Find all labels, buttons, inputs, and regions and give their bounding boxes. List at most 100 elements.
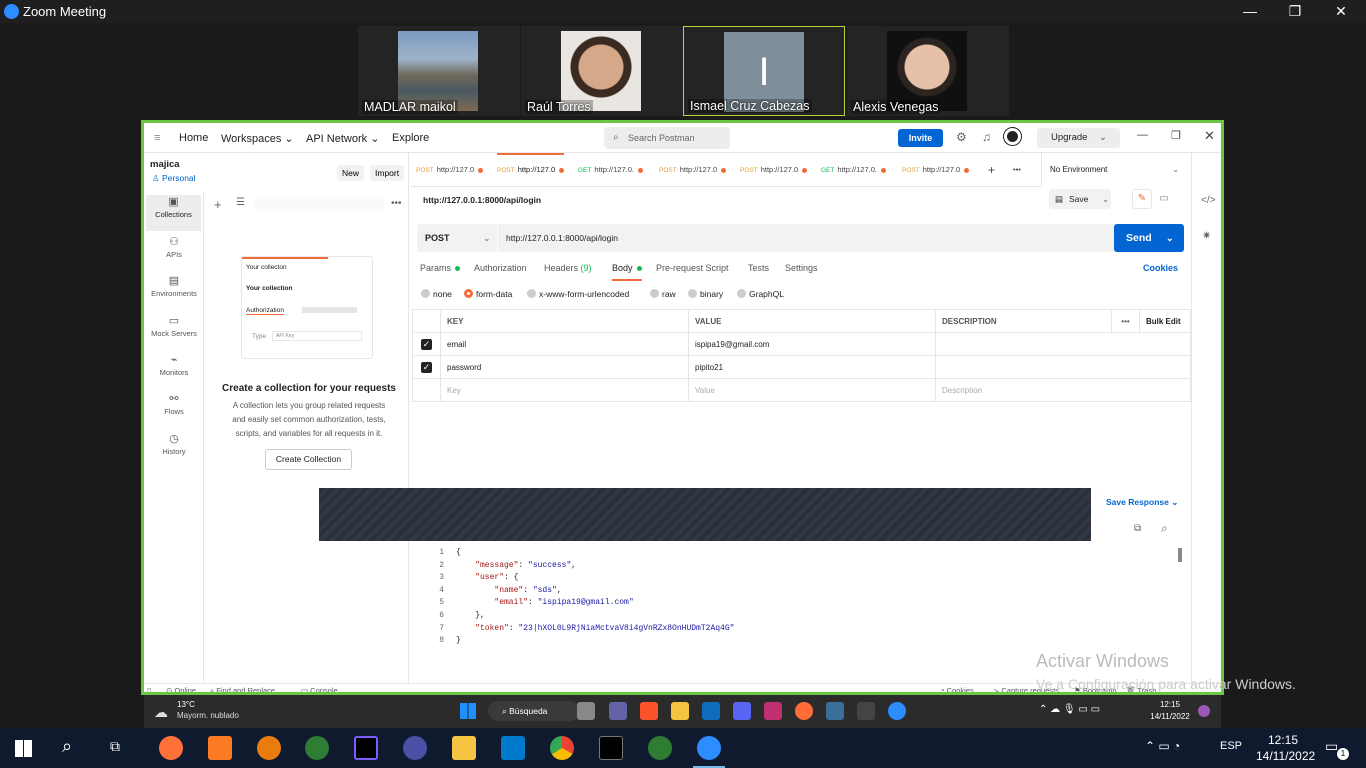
sidebar-item-apis[interactable]: ⚇ APIs [144, 235, 204, 271]
request-tab[interactable]: POST http://127.0 [740, 153, 808, 187]
tab-body[interactable]: Body [612, 263, 642, 281]
windows-start-icon[interactable] [15, 740, 32, 757]
scrollbar[interactable] [1178, 548, 1182, 562]
terminal-icon[interactable] [857, 702, 875, 720]
online-status[interactable]: ⊙ Online [166, 686, 196, 692]
participant-tile[interactable]: Raúl Torres [521, 26, 683, 116]
request-tab[interactable]: POST http://127.0 [416, 153, 484, 187]
sidebar-item-history[interactable]: ◷ History [144, 432, 204, 468]
edit-pencil-icon[interactable]: ✎ [1132, 189, 1152, 209]
nav-explore[interactable]: Explore [392, 132, 429, 144]
brave-icon[interactable] [640, 702, 658, 720]
sidebar-item-environments[interactable]: ▤ Environments [144, 274, 204, 310]
response-body[interactable]: 1 {2 "message": "success", 3 "user": {4 "n… [424, 548, 1184, 653]
task-view-icon[interactable]: ⧉ [110, 738, 120, 755]
jetbrains-icon[interactable] [764, 702, 782, 720]
xampp-icon[interactable] [208, 736, 232, 760]
sidebar-item-flows[interactable]: ⚯ Flows [144, 392, 204, 428]
row-key[interactable]: password [440, 355, 689, 379]
app-icon[interactable] [826, 702, 844, 720]
row-checkbox[interactable]: ✓ [421, 361, 432, 373]
send-button[interactable]: Send ⌄ [1114, 224, 1184, 252]
windows-start-icon[interactable] [460, 703, 476, 719]
chrome-icon[interactable] [550, 736, 574, 760]
language-indicator[interactable]: ESP [1220, 740, 1242, 752]
invite-button[interactable]: Invite [898, 129, 943, 147]
hs-app-icon[interactable] [648, 736, 672, 760]
request-tab[interactable]: POST http://127.0 [497, 153, 565, 187]
code-icon[interactable]: </> [1201, 195, 1215, 206]
new-tab-icon[interactable]: + [988, 153, 995, 187]
more-icon[interactable]: ••• [1111, 309, 1140, 333]
nav-workspaces[interactable]: Workspaces ⌄ [221, 132, 294, 145]
hs-app-icon[interactable] [305, 736, 329, 760]
teams-icon[interactable] [609, 702, 627, 720]
workspace-name[interactable]: majica [150, 159, 180, 170]
blender-icon[interactable] [257, 736, 281, 760]
console-button[interactable]: ▭ Console [301, 686, 338, 692]
cookies-link[interactable]: Cookies [1143, 263, 1178, 273]
menu-icon[interactable]: ≡ [154, 132, 160, 144]
create-collection-button[interactable]: Create Collection [265, 449, 352, 470]
tab-authorization[interactable]: Authorization [474, 263, 527, 273]
sidebar-item-monitors[interactable]: ⌁ Monitors [144, 353, 204, 389]
firefox-icon[interactable] [159, 736, 183, 760]
row-value[interactable]: pipito21 [688, 355, 936, 379]
mail-icon[interactable] [702, 702, 720, 720]
key-placeholder[interactable]: Key [440, 378, 689, 402]
radio-raw[interactable]: raw [650, 289, 676, 299]
request-tab[interactable]: GET http://127.0. [578, 153, 643, 187]
minimize-button[interactable]: — [1227, 0, 1273, 23]
task-view-icon[interactable] [577, 702, 595, 720]
comments-icon[interactable]: ▭ [1154, 189, 1174, 209]
environment-select[interactable]: No Environment ⌄ [1041, 153, 1191, 187]
settings-gear-icon[interactable]: ⚙ [956, 130, 967, 144]
tab-pre-request-script[interactable]: Pre-request Script [656, 263, 729, 273]
participant-tile-active[interactable]: I Ismael Cruz Cabezas [683, 26, 845, 116]
import-button[interactable]: Import [370, 165, 405, 181]
radio-form-data[interactable]: form-data [464, 289, 512, 299]
file-explorer-icon[interactable] [452, 736, 476, 760]
close-button[interactable]: ✕ [1318, 0, 1364, 23]
zoom-icon[interactable] [888, 702, 906, 720]
tab-settings[interactable]: Settings [785, 263, 818, 273]
participant-tile[interactable]: MADLAR maikol [358, 26, 520, 116]
filter-input[interactable] [254, 199, 384, 211]
row-value[interactable]: ispipa19@gmail.com [688, 332, 936, 356]
request-tab[interactable]: POST http://127.0 [902, 153, 970, 187]
radio-x-www-form-urlencoded[interactable]: x-www-form-urlencoded [527, 289, 629, 299]
sidebar-item-mock-servers[interactable]: ▭ Mock Servers [144, 314, 204, 350]
tray-icons[interactable]: ⌃ ▭ ◔ [1145, 739, 1180, 753]
save-response-button[interactable]: Save Response ⌄ [1106, 497, 1178, 508]
search-icon[interactable]: ⌕ [62, 736, 72, 757]
bulk-edit-button[interactable]: Bulk Edit [1139, 309, 1191, 333]
upgrade-button[interactable]: Upgrade ⌄ [1037, 128, 1120, 148]
row-key[interactable]: email [440, 332, 689, 356]
tab-params[interactable]: Params [420, 263, 461, 273]
row-description[interactable] [935, 355, 1191, 379]
tab-tests[interactable]: Tests [748, 263, 769, 273]
url-input[interactable]: http://127.0.0.1:8000/api/login [506, 224, 618, 252]
sidebar-toggle-icon[interactable]: ▯ [147, 686, 151, 692]
copy-icon[interactable]: ⧉ [1134, 523, 1141, 534]
participant-tile[interactable]: Alexis Venegas [847, 26, 1009, 116]
cookies-button[interactable]: ◔ Cookies [940, 686, 974, 692]
more-tabs-icon[interactable]: ••• [1013, 153, 1021, 187]
method-select[interactable]: POST ⌄ [417, 224, 498, 252]
request-tab[interactable]: POST http://127.0 [659, 153, 727, 187]
sidebar-item-collections[interactable]: ▣ Collections [146, 195, 201, 231]
notification-badge[interactable] [1198, 705, 1210, 717]
window-minimize-icon[interactable]: — [1137, 129, 1148, 141]
more-icon[interactable]: ••• [391, 198, 402, 209]
discord-icon[interactable] [733, 702, 751, 720]
description-placeholder[interactable]: Description [935, 378, 1191, 402]
radio-graphql[interactable]: GraphQL [737, 289, 784, 299]
tray-icons[interactable]: ⌃ ☁ 🎙 ▭ ▭ [1039, 704, 1100, 715]
save-button[interactable]: ▤ Save ⌄ [1049, 189, 1111, 209]
avatar[interactable] [1004, 128, 1021, 145]
value-placeholder[interactable]: Value [688, 378, 936, 402]
zoom-icon[interactable] [697, 736, 721, 760]
info-bulb-icon[interactable]: ✷ [1202, 229, 1211, 242]
app-icon[interactable] [403, 736, 427, 760]
radio-binary[interactable]: binary [688, 289, 723, 299]
